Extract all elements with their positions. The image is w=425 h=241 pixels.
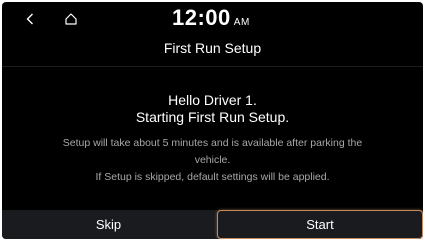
greeting-line-1: Hello Driver 1.	[168, 92, 257, 108]
clock: 12:00 AM	[172, 5, 250, 31]
home-button[interactable]	[62, 10, 80, 28]
bottom-button-bar: Skip Start	[2, 210, 423, 239]
setup-screen: 12:00 AM First Run Setup Hello Driver 1. …	[2, 2, 423, 239]
back-button[interactable]	[22, 10, 38, 28]
clock-ampm: AM	[233, 17, 250, 28]
home-icon	[65, 13, 77, 25]
info-line-2: vehicle.	[194, 154, 231, 166]
start-button[interactable]: Start	[217, 210, 423, 239]
header-divider	[2, 66, 423, 67]
page-title: First Run Setup	[163, 40, 262, 56]
chevron-left-icon	[26, 13, 33, 25]
status-bar: 12:00 AM	[2, 2, 423, 34]
greeting-line-2: Starting First Run Setup.	[135, 109, 290, 125]
clock-time: 12:00	[172, 5, 231, 30]
skip-button[interactable]: Skip	[2, 210, 215, 239]
greeting-message: Hello Driver 1. Starting First Run Setup…	[2, 92, 423, 126]
info-line-1: Setup will take about 5 minutes and is a…	[62, 137, 363, 149]
setup-info: Setup will take about 5 minutes and is a…	[32, 135, 393, 186]
info-line-3: If Setup is skipped, default settings wi…	[95, 171, 330, 183]
